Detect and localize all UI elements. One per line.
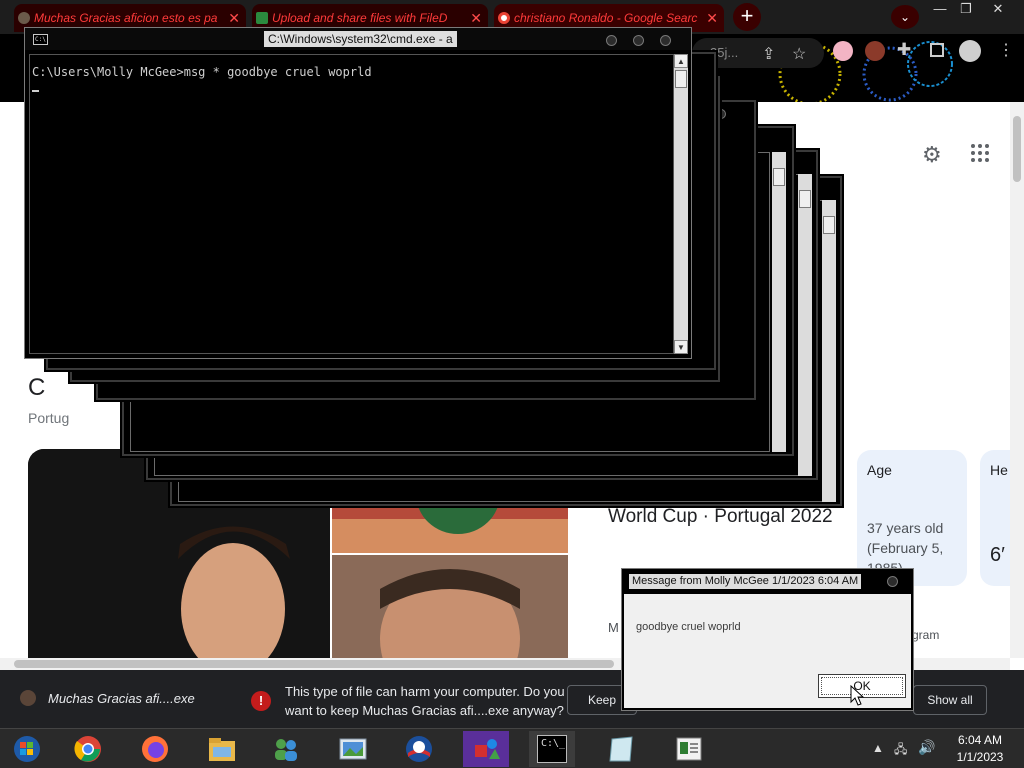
- text-cursor: [32, 90, 39, 92]
- tab-label: Upload and share files with FileD: [272, 11, 448, 25]
- tab-close-icon[interactable]: ✕: [228, 10, 240, 27]
- tab-favicon-icon: [18, 12, 30, 24]
- volume-icon[interactable]: 🔊: [918, 739, 935, 756]
- extension-avatar-icon[interactable]: [865, 41, 885, 61]
- minimize-icon[interactable]: [606, 35, 617, 46]
- folder-icon: [209, 738, 235, 761]
- picture-icon: [339, 738, 367, 760]
- taskbar-cmd[interactable]: C:\_: [529, 731, 575, 767]
- dialog-body: goodbye cruel woprld OK: [624, 594, 911, 708]
- cmd-window[interactable]: C:\ C:\Windows\system32\cmd.exe - a C:\U…: [24, 27, 692, 359]
- tab-label: Muchas Gracias aficion esto es pa: [34, 11, 218, 25]
- extension-icon[interactable]: [833, 41, 853, 61]
- clock-time: 6:04 AM: [957, 733, 1003, 747]
- snippet-text: M: [608, 620, 619, 635]
- warning-icon: !: [251, 691, 271, 711]
- bookmark-star-icon[interactable]: ☆: [792, 40, 806, 70]
- cmd-titlebar[interactable]: C:\ C:\Windows\system32\cmd.exe - a: [25, 28, 691, 50]
- settings-gear-icon[interactable]: ⚙: [922, 142, 942, 168]
- age-card[interactable]: Age 37 years old (February 5, 1985): [857, 450, 967, 586]
- tab-close-icon[interactable]: ✕: [706, 10, 718, 27]
- restore-button[interactable]: ❐: [951, 0, 981, 18]
- side-panel-icon[interactable]: [930, 43, 944, 57]
- taskbar-notes[interactable]: [598, 731, 644, 767]
- clock-date: 1/1/2023: [956, 750, 1004, 764]
- page-vertical-scrollbar[interactable]: [1010, 102, 1024, 658]
- maximize-icon[interactable]: [633, 35, 644, 46]
- download-item[interactable]: Muchas Gracias afi....exe: [20, 690, 195, 706]
- extensions-puzzle-icon[interactable]: ✚: [897, 40, 911, 60]
- taskbar-firefox[interactable]: [132, 731, 178, 767]
- cmd-window-controls[interactable]: [590, 33, 671, 51]
- google-apps-icon[interactable]: [971, 144, 989, 162]
- browser-menu-icon[interactable]: ⋮: [998, 40, 1014, 60]
- dialog-close-icon[interactable]: [887, 576, 898, 587]
- taskbar: C:\_ ▲ 🖧 🔊 6:04 AM 1/1/2023: [0, 728, 1024, 768]
- close-icon[interactable]: [660, 35, 671, 46]
- cmd-scrollbar[interactable]: ▲ ▼: [674, 54, 688, 354]
- taskbar-document[interactable]: [666, 731, 712, 767]
- taskbar-shapes-app[interactable]: [463, 731, 509, 767]
- people-icon: [275, 739, 297, 761]
- cmd-app-icon[interactable]: C:\: [33, 34, 48, 45]
- share-icon[interactable]: ⇪: [762, 40, 775, 70]
- cmd-window-title: C:\Windows\system32\cmd.exe - a: [264, 31, 457, 47]
- cmd-prompt-line: C:\Users\Molly McGee>msg * goodbye cruel…: [32, 65, 372, 79]
- cmd-console[interactable]: C:\Users\Molly McGee>msg * goodbye cruel…: [29, 54, 674, 354]
- shapes-icon: [475, 739, 500, 759]
- show-hidden-icons-icon[interactable]: ▲: [872, 741, 884, 755]
- windows-orb-icon: [14, 736, 40, 762]
- cmd-taskbar-icon: C:\_: [537, 735, 567, 763]
- scroll-thumb[interactable]: [675, 70, 687, 88]
- tab-close-icon[interactable]: ✕: [470, 10, 482, 27]
- circle-logo-icon: [406, 736, 432, 762]
- download-warning-text: This type of file can harm your computer…: [285, 684, 565, 718]
- start-button[interactable]: [4, 731, 50, 767]
- tab-favicon-icon: [256, 12, 268, 24]
- taskbar-explorer[interactable]: [199, 731, 245, 767]
- file-icon: [20, 690, 36, 706]
- chrome-icon: [74, 736, 101, 762]
- knowledge-panel-subtitle: Portug: [28, 410, 70, 426]
- system-clock[interactable]: 6:04 AM 1/1/2023: [950, 732, 1010, 766]
- taskbar-obama-app[interactable]: [396, 731, 442, 767]
- scroll-up-icon[interactable]: ▲: [674, 54, 688, 68]
- document-icon: [676, 737, 702, 761]
- close-window-button[interactable]: ✕: [983, 0, 1013, 18]
- note-icon: [609, 736, 633, 762]
- instagram-link[interactable]: gram: [912, 628, 939, 642]
- taskbar-photo-viewer[interactable]: [330, 731, 376, 767]
- world-cup-heading[interactable]: World Cup · Portugal 2022: [608, 504, 838, 529]
- message-dialog[interactable]: Message from Molly McGee 1/1/2023 6:04 A…: [621, 568, 914, 711]
- dialog-message: goodbye cruel woprld: [636, 621, 741, 633]
- taskbar-chrome[interactable]: [65, 731, 111, 767]
- taskbar-messenger[interactable]: [263, 731, 309, 767]
- profile-avatar-icon[interactable]: [959, 40, 981, 62]
- google-favicon-icon: [498, 12, 510, 24]
- new-tab-button[interactable]: +: [733, 3, 761, 31]
- firefox-icon: [142, 736, 168, 762]
- network-icon[interactable]: 🖧: [894, 740, 907, 761]
- system-tray: ▲ 🖧 🔊: [868, 735, 948, 763]
- download-filename: Muchas Gracias afi....exe: [48, 691, 195, 706]
- dialog-title: Message from Molly McGee 1/1/2023 6:04 A…: [629, 574, 862, 589]
- tab-label: christiano Ronaldo - Google Searc: [514, 11, 698, 25]
- scroll-down-icon[interactable]: ▼: [674, 340, 688, 354]
- tab-search-button[interactable]: ⌄: [891, 5, 919, 29]
- mouse-pointer-icon: [850, 685, 865, 706]
- age-label: Age: [867, 462, 892, 478]
- knowledge-panel-title: C: [28, 374, 46, 401]
- show-all-button[interactable]: Show all: [913, 685, 987, 715]
